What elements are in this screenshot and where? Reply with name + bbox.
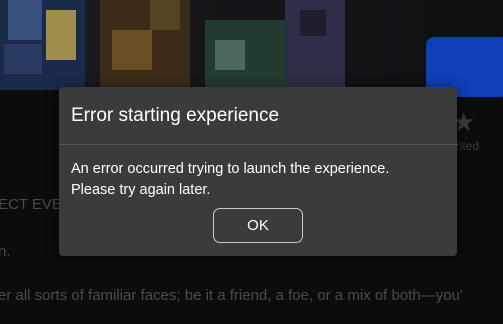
thumbnail-figure-part (300, 10, 326, 36)
description-text: n. (0, 243, 11, 260)
ok-button[interactable]: OK (213, 208, 303, 243)
thumbnail-figure-part (4, 44, 42, 74)
thumbnail-figure-part (150, 0, 180, 30)
dialog-message-line: Please try again later. (71, 182, 211, 198)
description-text: er all sorts of familiar faces; be it a … (0, 287, 463, 304)
error-dialog: Error starting experience An error occur… (59, 87, 457, 256)
dialog-title: Error starting experience (71, 105, 280, 126)
thumbnail-figure-part (215, 40, 245, 70)
description-heading: ECT EVE (0, 196, 62, 213)
thumbnail-figure-part (46, 10, 76, 60)
dialog-message: An error occurred trying to launch the e… (71, 159, 451, 201)
thumbnail-figure-part (112, 30, 152, 70)
thumbnail-figure-part (8, 0, 42, 40)
dialog-message-line: An error occurred trying to launch the e… (71, 161, 390, 177)
dialog-divider (59, 144, 457, 145)
